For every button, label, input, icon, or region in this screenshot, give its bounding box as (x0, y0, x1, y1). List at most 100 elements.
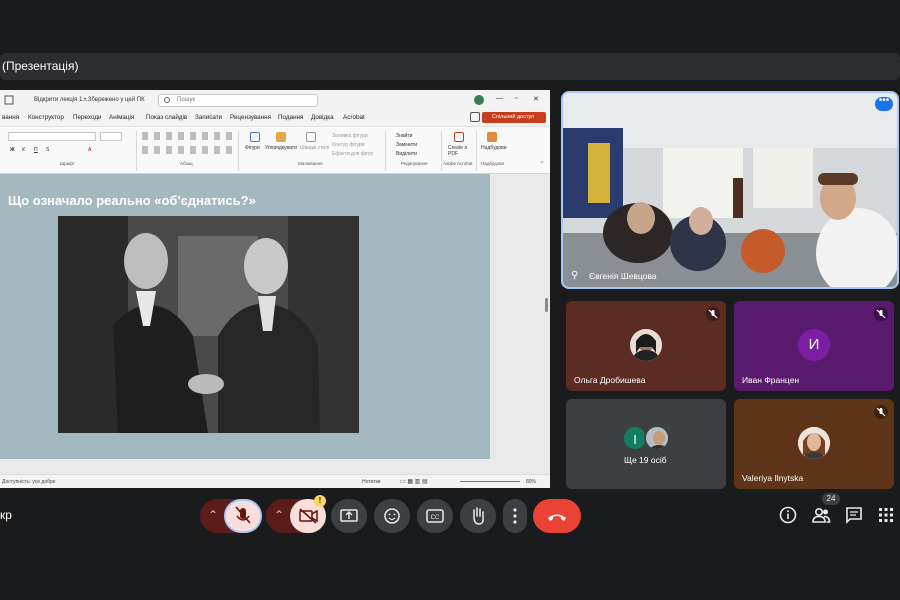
hand-icon (473, 507, 484, 525)
pin-icon[interactable]: ⚲ (571, 270, 578, 281)
menu-item[interactable]: Рецензування (230, 114, 271, 121)
slide-title: Що означало реально «об'єднатись?» (8, 193, 256, 208)
ribbon-group-drawing: Малювання (298, 161, 323, 166)
bold-icon[interactable]: Ж (10, 147, 15, 153)
participant-tile[interactable]: И Иван Францен (734, 301, 894, 391)
shapes-label[interactable]: Фігури (245, 145, 260, 151)
underline-icon[interactable]: П (34, 147, 38, 153)
emoji-icon (384, 508, 400, 524)
create-pdf-icon[interactable] (454, 132, 464, 142)
font-name-select[interactable] (8, 132, 96, 141)
ribbon-group-editing: Редагування (401, 161, 428, 166)
reactions-button[interactable] (374, 499, 410, 533)
people-button[interactable] (810, 504, 832, 526)
mic-control-group: ⌃ (200, 499, 262, 533)
menu-item[interactable]: Анімація (109, 114, 134, 121)
close-icon[interactable]: ✕ (533, 95, 539, 103)
maximize-icon[interactable]: ▫ (515, 95, 517, 102)
addins-label[interactable]: Надбудови (481, 145, 507, 151)
end-call-button[interactable] (533, 499, 581, 533)
vertical-scrollbar[interactable] (543, 174, 550, 474)
menu-item[interactable]: Довідка (311, 114, 334, 121)
more-options-button[interactable] (503, 499, 527, 533)
ppt-saved-status: • Збережено у цей ПК (84, 97, 145, 103)
present-screen-button[interactable] (331, 499, 367, 533)
participant-tile[interactable]: Ольга Дробишева (566, 301, 726, 391)
font-color-icon[interactable]: A (88, 147, 91, 153)
people-icon (812, 508, 831, 523)
meeting-info-button[interactable] (778, 505, 798, 525)
camera-options-chevron-icon[interactable]: ⌃ (274, 508, 284, 522)
arrange-icon[interactable] (276, 132, 286, 142)
ribbon-group-acrobat: Adobe Acrobat (443, 161, 473, 166)
list-buttons[interactable] (142, 132, 232, 140)
raise-hand-button[interactable] (460, 499, 496, 533)
avatar (630, 329, 662, 361)
others-tile[interactable]: I Ще 19 осіб (566, 399, 726, 489)
share-button[interactable]: Спільний доступ (482, 112, 546, 123)
addins-icon[interactable] (487, 132, 497, 142)
mic-off-icon (706, 307, 720, 321)
featured-participant-tile[interactable]: ⚲ Євгенія Шевцова ••• (561, 91, 899, 289)
select-button[interactable]: Виділити (396, 151, 417, 157)
menu-item[interactable]: Записати (195, 114, 222, 121)
shapes-icon[interactable] (250, 132, 260, 142)
menu-item[interactable]: вання (2, 114, 19, 121)
mic-off-icon (874, 405, 888, 419)
ribbon-separator (476, 131, 477, 171)
avatar (798, 427, 830, 459)
ribbon: Ж К П S A Шрифт Абзац Фігури Упорядкуват… (0, 126, 550, 174)
view-buttons[interactable]: ▭ ▦ ▥ ▤ (400, 478, 428, 485)
activities-button[interactable] (876, 505, 896, 525)
ribbon-group-font: Шрифт (60, 161, 75, 166)
captions-button[interactable]: CC (417, 499, 453, 533)
chat-icon (846, 507, 862, 524)
chat-button[interactable] (844, 505, 864, 525)
more-vert-icon (513, 508, 517, 524)
menu-item[interactable]: Acrobat (343, 114, 365, 121)
hang-up-icon (548, 514, 566, 521)
menu-item[interactable]: Переходи (73, 114, 102, 121)
italic-icon[interactable]: К (22, 147, 25, 153)
align-buttons[interactable] (142, 146, 232, 154)
quick-styles-icon[interactable] (306, 132, 316, 142)
ribbon-group-addins: Надбудови (481, 161, 504, 166)
shape-outline-button[interactable]: Контур фігури (332, 142, 364, 148)
zoom-slider[interactable] (460, 481, 520, 482)
font-size-select[interactable] (100, 132, 122, 141)
more-options-icon[interactable]: ••• (875, 96, 893, 111)
comment-icon[interactable] (470, 112, 480, 122)
mic-options-chevron-icon[interactable]: ⌃ (208, 508, 218, 522)
scroll-thumb[interactable] (545, 298, 548, 312)
participant-tile[interactable]: Valeriya Ilnytska (734, 399, 894, 489)
quick-styles-label[interactable]: Швидкі стилі (300, 145, 329, 151)
create-pdf-label[interactable]: Create a PDF (448, 145, 472, 157)
minimize-icon[interactable]: — (496, 95, 503, 102)
mic-off-icon (874, 307, 888, 321)
presenter-bar: (Презентація) (0, 53, 900, 80)
collapse-ribbon-icon[interactable]: ⌃ (540, 161, 544, 167)
avatar-letter: И (798, 329, 830, 361)
slide[interactable]: Що означало реально «об'єднатись?» (0, 174, 490, 459)
find-button[interactable]: Знайти (396, 133, 412, 139)
strikethrough-icon[interactable]: S (46, 147, 49, 153)
zoom-level[interactable]: 80% (526, 479, 536, 485)
menu-item[interactable]: Показ слайдів (146, 114, 187, 121)
mic-off-icon (235, 506, 251, 524)
slide-area: Що означало реально «об'єднатись?» (0, 174, 550, 474)
meeting-code-fragment: кр (0, 508, 12, 522)
apps-grid-icon (879, 508, 893, 522)
notes-button[interactable]: Нотатки (362, 479, 380, 485)
ppt-user-avatar[interactable] (474, 95, 484, 105)
shape-fill-button[interactable]: Заливка фігури (332, 133, 368, 139)
ppt-search-input[interactable]: Пошук (158, 94, 318, 107)
camera-warning-badge: ! (314, 495, 326, 507)
shape-effects-button[interactable]: Ефекти для фігур (332, 151, 373, 157)
menu-item[interactable]: Конструктор (28, 114, 64, 121)
mic-toggle-button[interactable] (224, 499, 262, 533)
menu-item[interactable]: Подання (278, 114, 303, 121)
replace-button[interactable]: Замінити (396, 142, 417, 148)
arrange-label[interactable]: Упорядкувати (265, 145, 297, 151)
participant-name: Євгенія Шевцова (589, 271, 657, 281)
accessibility-status[interactable]: Доступність: усе добре (2, 479, 56, 485)
